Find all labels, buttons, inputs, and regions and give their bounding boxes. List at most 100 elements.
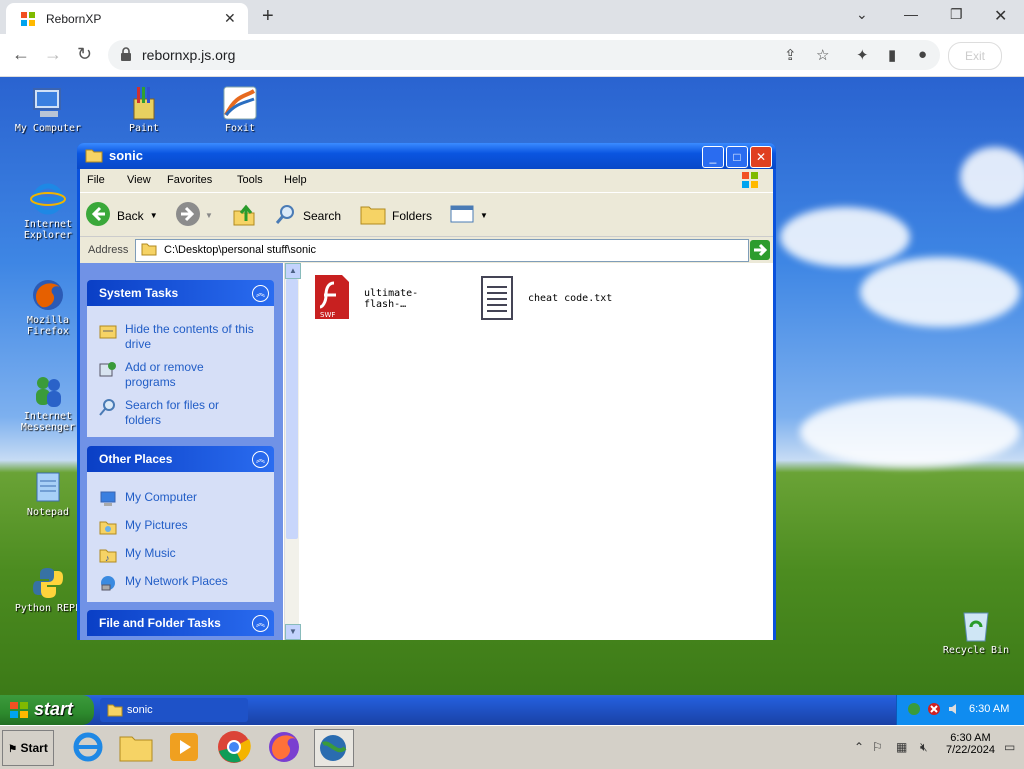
minimize-icon[interactable]: — — [904, 6, 918, 22]
windows-flag-icon — [20, 11, 36, 27]
reload-icon[interactable]: ↻ — [77, 44, 92, 65]
flag-icon[interactable]: ⚐ — [872, 740, 883, 754]
minimize-button[interactable]: _ — [702, 146, 724, 168]
up-folder-icon[interactable] — [232, 203, 256, 230]
forward-button[interactable]: ▼ — [175, 201, 213, 230]
file-cheat-code[interactable]: cheat code.txt — [478, 273, 612, 324]
extension-icon[interactable]: ✦ — [856, 46, 869, 64]
side-panel-icon[interactable]: ▮ — [888, 46, 896, 64]
host-app-chrome[interactable] — [216, 729, 254, 765]
browser-tab[interactable]: RebornXP ✕ — [6, 3, 248, 34]
chevron-down-icon[interactable]: ⌄ — [856, 6, 868, 23]
profile-icon[interactable]: ● — [918, 46, 927, 63]
other-places-header[interactable]: Other Places ︽ — [87, 446, 274, 472]
explorer-content: System Tasks ︽ Hide the contents of this… — [80, 263, 773, 640]
menu-favorites[interactable]: Favorites — [167, 174, 212, 186]
address-field[interactable]: C:\Desktop\personal stuff\sonic — [135, 239, 749, 262]
security-alert-icon[interactable] — [927, 702, 941, 719]
other-place-my-computer[interactable]: My Computer — [99, 490, 264, 508]
tab-title: RebornXP — [46, 12, 102, 26]
desktop-icon-python-repl[interactable]: Python REPL — [8, 565, 88, 614]
host-app-internet-explorer[interactable] — [70, 729, 108, 765]
host-app-file-explorer[interactable] — [118, 729, 156, 765]
scroll-up-arrow[interactable]: ▲ — [285, 263, 301, 279]
desktop-icon-my-computer[interactable]: My Computer — [8, 85, 88, 134]
task-pane: System Tasks ︽ Hide the contents of this… — [80, 263, 283, 640]
network-icon[interactable] — [907, 702, 921, 719]
scroll-down-arrow[interactable]: ▼ — [285, 624, 301, 640]
url-text: rebornxp.js.org — [142, 47, 236, 63]
collapse-chevron-icon[interactable]: ︽ — [252, 285, 269, 302]
menu-file[interactable]: File — [87, 174, 105, 186]
desktop-icon-mozilla-firefox[interactable]: Mozilla Firefox — [8, 277, 88, 337]
file-ultimate-flash[interactable]: SWF ultimate-flash-… — [312, 273, 418, 324]
search-files-task[interactable]: Search for files or folders — [99, 398, 264, 428]
desktop-icon-paint[interactable]: Paint — [104, 85, 184, 134]
host-start-button[interactable]: ⚑ Start — [2, 730, 54, 766]
tab-close-icon[interactable]: ✕ — [224, 10, 236, 27]
folder-icon — [107, 703, 123, 720]
pictures-folder-icon — [99, 518, 117, 536]
text-file-icon — [478, 273, 516, 324]
add-remove-programs-task[interactable]: Add or remove programs — [99, 360, 264, 390]
search-icon — [99, 398, 117, 416]
internet-explorer-icon — [30, 181, 66, 217]
back-button[interactable]: Back ▼ — [85, 201, 158, 230]
folder-icon — [85, 147, 103, 166]
window-title-bar[interactable]: sonic _ □ ✕ — [77, 143, 776, 169]
forward-arrow-icon[interactable]: → — [44, 44, 62, 65]
exit-button[interactable]: Exit — [948, 42, 1002, 70]
collapse-chevron-icon[interactable]: ︽ — [252, 615, 269, 632]
restore-icon[interactable]: ❐ — [950, 6, 963, 23]
python-icon — [30, 565, 66, 601]
taskbar-window-sonic[interactable]: sonic — [100, 698, 248, 722]
volume-muted-icon[interactable]: 🔇︎ — [920, 740, 928, 755]
share-icon[interactable]: ⇪ — [784, 46, 797, 64]
host-app-media-player[interactable] — [166, 729, 204, 765]
explorer-toolbar: Back ▼ ▼ Search Folders ▼ — [80, 192, 773, 237]
desktop-icon-foxit[interactable]: Foxit — [200, 85, 280, 134]
xp-system-tray: 6:30 AM — [896, 695, 1024, 725]
scroll-thumb[interactable] — [286, 279, 298, 539]
music-folder-icon: ♪ — [99, 546, 117, 564]
task-pane-scrollbar[interactable]: ▲ ▼ — [284, 263, 301, 640]
recycle-bin-icon — [958, 607, 994, 643]
star-icon[interactable]: ☆ — [816, 46, 829, 64]
menu-tools[interactable]: Tools — [237, 174, 263, 186]
maximize-button[interactable]: □ — [726, 146, 748, 168]
other-place-my-music[interactable]: ♪ My Music — [99, 546, 264, 564]
host-app-firefox[interactable] — [266, 729, 304, 765]
notification-icon[interactable]: ▭ — [1004, 740, 1015, 754]
desktop-icon-recycle-bin[interactable]: Recycle Bin — [936, 607, 1016, 656]
address-path: C:\Desktop\personal stuff\sonic — [164, 244, 317, 256]
desktop-icon-internet-messenger[interactable]: Internet Messenger — [8, 373, 88, 433]
search-button[interactable]: Search — [275, 203, 341, 228]
menu-view[interactable]: View — [127, 174, 151, 186]
back-arrow-icon[interactable]: ← — [12, 44, 30, 65]
desktop-icon-notepad[interactable]: Notepad — [8, 469, 88, 518]
go-button[interactable] — [750, 240, 770, 260]
firefox-icon — [30, 277, 66, 313]
close-button[interactable]: ✕ — [750, 146, 772, 168]
folders-button[interactable]: Folders — [360, 203, 432, 228]
xp-start-button[interactable]: start — [0, 695, 94, 725]
windows-logo-icon — [740, 171, 760, 192]
host-app-active[interactable] — [314, 729, 354, 767]
collapse-chevron-icon[interactable]: ︽ — [252, 451, 269, 468]
menu-help[interactable]: Help — [284, 174, 307, 186]
close-icon[interactable]: ✕ — [994, 6, 1007, 26]
other-place-my-network-places[interactable]: My Network Places — [99, 574, 264, 592]
chrome-icon — [216, 731, 252, 768]
tray-chevron-up-icon[interactable]: ⌃ — [854, 740, 864, 754]
views-button[interactable]: ▼ — [450, 205, 488, 226]
svg-text:♪: ♪ — [105, 553, 110, 563]
new-tab-icon[interactable]: + — [262, 5, 274, 28]
desktop-icon-internet-explorer[interactable]: Internet Explorer — [8, 181, 88, 241]
hide-contents-task[interactable]: Hide the contents of this drive — [99, 322, 264, 352]
host-clock[interactable]: 6:30 AM 7/22/2024 — [946, 732, 995, 756]
file-folder-tasks-header[interactable]: File and Folder Tasks ︽ — [87, 610, 274, 636]
network-icon[interactable]: ▦ — [896, 740, 907, 754]
system-tasks-header[interactable]: System Tasks ︽ — [87, 280, 274, 306]
volume-icon[interactable] — [947, 702, 961, 719]
other-place-my-pictures[interactable]: My Pictures — [99, 518, 264, 536]
